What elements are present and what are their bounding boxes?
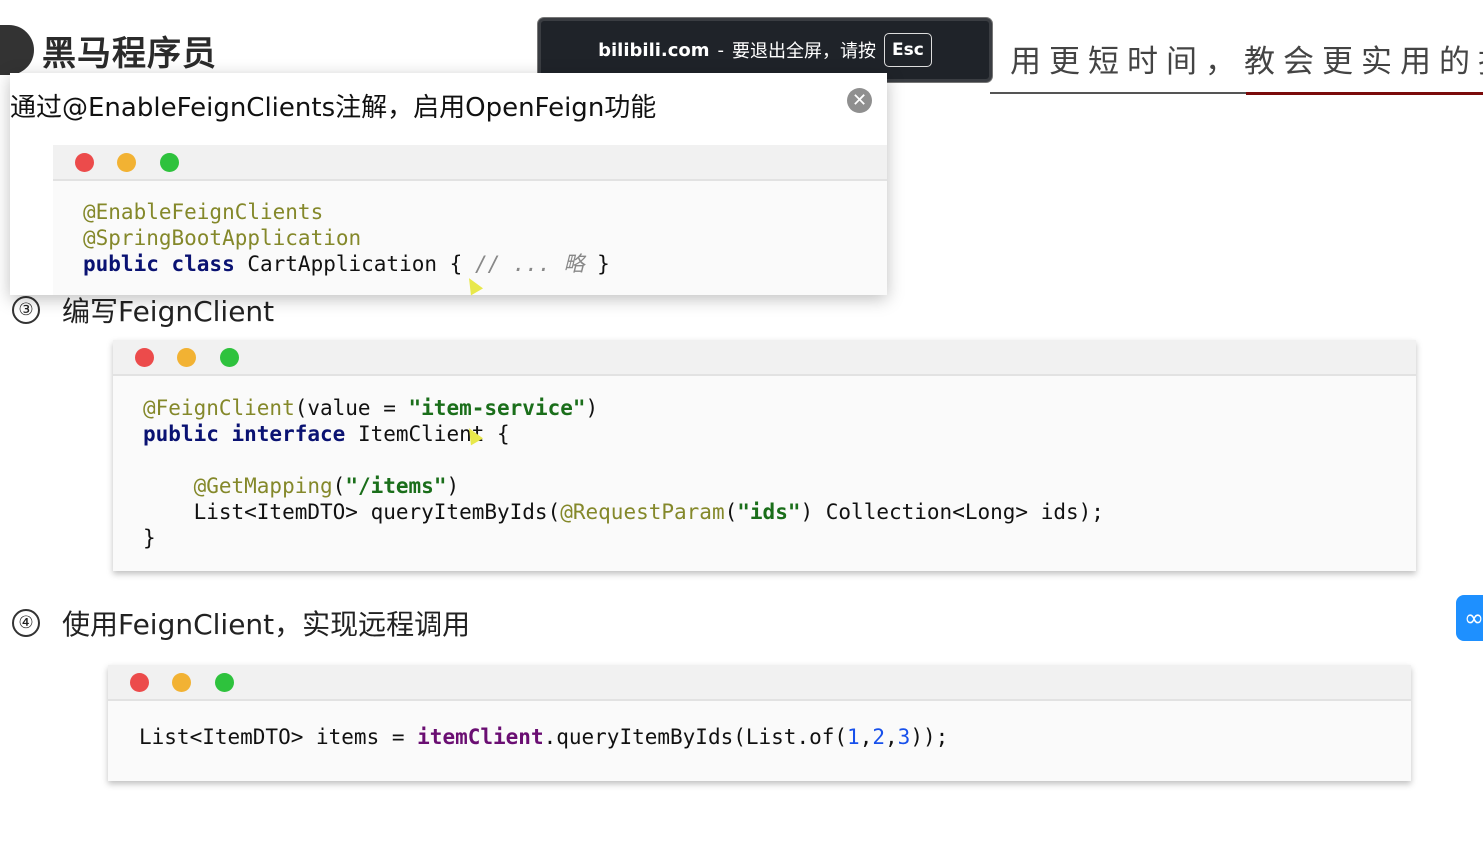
code-token: 3 — [897, 725, 911, 749]
code-token: ( — [724, 500, 738, 524]
slogan: 用更短时间，教会更实用的技 — [1010, 44, 1483, 80]
code-token: ) Collection<Long> ids); — [800, 500, 1104, 524]
header-rule — [990, 92, 1246, 94]
code-window-usage: List<ItemDTO> items = itemClient.queryIt… — [108, 665, 1411, 781]
code-token: public class — [83, 252, 235, 276]
popup-title: 通过@EnableFeignClients注解，启用OpenFeign功能 — [10, 93, 657, 123]
code-window-feignclient: @FeignClient(value = "item-service") publ… — [113, 340, 1416, 571]
code-token: ( — [332, 474, 346, 498]
close-icon[interactable]: ✕ — [847, 88, 872, 113]
section-3-heading: ③ 编写FeignClient — [12, 290, 274, 330]
toast-message: 要退出全屏，请按 — [732, 41, 877, 62]
section-title: 编写FeignClient — [62, 295, 275, 328]
window-titlebar — [108, 665, 1411, 701]
code-token: "item-service" — [408, 396, 586, 420]
code-block: @FeignClient(value = "item-service") publ… — [143, 395, 1104, 551]
section-number: ③ — [12, 296, 40, 324]
code-token: } — [143, 526, 156, 550]
header-rule-accent — [1246, 92, 1483, 95]
code-token: , — [885, 725, 898, 749]
toast-site: bilibili.com — [598, 39, 710, 61]
close-dot-icon — [135, 348, 154, 367]
code-token: (value = — [294, 396, 409, 420]
code-line: public class CartApplication { // ... 略 … — [83, 251, 610, 277]
code-token: 1 — [847, 725, 860, 749]
code-token: 2 — [872, 725, 885, 749]
maximize-dot-icon — [220, 348, 239, 367]
side-link-button[interactable]: ∞ — [1456, 595, 1483, 641]
code-line: List<ItemDTO> items = itemClient.queryIt… — [139, 724, 948, 750]
code-token: List<ItemDTO> queryItemByIds( — [143, 500, 561, 524]
code-token: "/items" — [345, 474, 447, 498]
code-token: @SpringBootApplication — [83, 226, 362, 250]
section-title: 使用FeignClient，实现远程调用 — [62, 608, 471, 641]
code-token: @GetMapping — [193, 474, 333, 498]
code-block: List<ItemDTO> items = itemClient.queryIt… — [139, 724, 948, 750]
code-token: )); — [910, 725, 949, 749]
code-token: ) — [585, 396, 599, 420]
code-window-enable: @EnableFeignClients @SpringBootApplicatio… — [53, 145, 887, 296]
popup-card: 通过@EnableFeignClients注解，启用OpenFeign功能 ✕ … — [10, 73, 887, 296]
close-dot-icon — [130, 673, 149, 692]
code-line: } — [143, 525, 1104, 551]
logo-text: 黑马程序员 — [42, 33, 217, 74]
code-token: @EnableFeignClients — [83, 200, 324, 224]
section-4-heading: ④ 使用FeignClient，实现远程调用 — [12, 603, 470, 643]
esc-key[interactable]: Esc — [884, 33, 932, 67]
toast-separator: - — [717, 39, 725, 61]
code-token: , — [859, 725, 873, 749]
code-token: CartApplication { — [234, 252, 475, 276]
code-token: itemClient — [417, 725, 544, 749]
code-line: @FeignClient(value = "item-service") — [143, 395, 1104, 421]
code-token: } — [584, 252, 610, 276]
minimize-dot-icon — [117, 153, 136, 172]
link-icon: ∞ — [1464, 604, 1483, 632]
code-token: @RequestParam — [560, 500, 725, 524]
code-token: public interface — [143, 422, 346, 446]
section-number: ④ — [12, 609, 40, 637]
code-line: @GetMapping("/items") — [143, 473, 1104, 499]
code-line: @SpringBootApplication — [83, 225, 610, 251]
maximize-dot-icon — [160, 153, 179, 172]
logo-mark-icon — [0, 25, 34, 75]
minimize-dot-icon — [172, 673, 191, 692]
brand-logo: 黑马程序员 — [0, 22, 217, 78]
code-token: List<ItemDTO> items = — [139, 725, 418, 749]
code-line: public interface ItemClient { — [143, 421, 1104, 447]
code-line: @EnableFeignClients — [83, 199, 610, 225]
code-token: @FeignClient — [143, 396, 295, 420]
minimize-dot-icon — [177, 348, 196, 367]
maximize-dot-icon — [215, 673, 234, 692]
code-line: List<ItemDTO> queryItemByIds(@RequestPar… — [143, 499, 1104, 525]
code-token: ) — [446, 474, 460, 498]
code-token: // ... 略 — [474, 252, 585, 276]
code-token: .queryItemByIds(List.of( — [543, 725, 848, 749]
code-token: "ids" — [737, 500, 801, 524]
code-block: @EnableFeignClients @SpringBootApplicatio… — [83, 199, 610, 277]
mouse-cursor-icon — [462, 274, 484, 296]
close-dot-icon — [75, 153, 94, 172]
code-token: ItemClient { — [345, 422, 510, 446]
window-titlebar — [53, 145, 887, 181]
window-titlebar — [113, 340, 1416, 376]
